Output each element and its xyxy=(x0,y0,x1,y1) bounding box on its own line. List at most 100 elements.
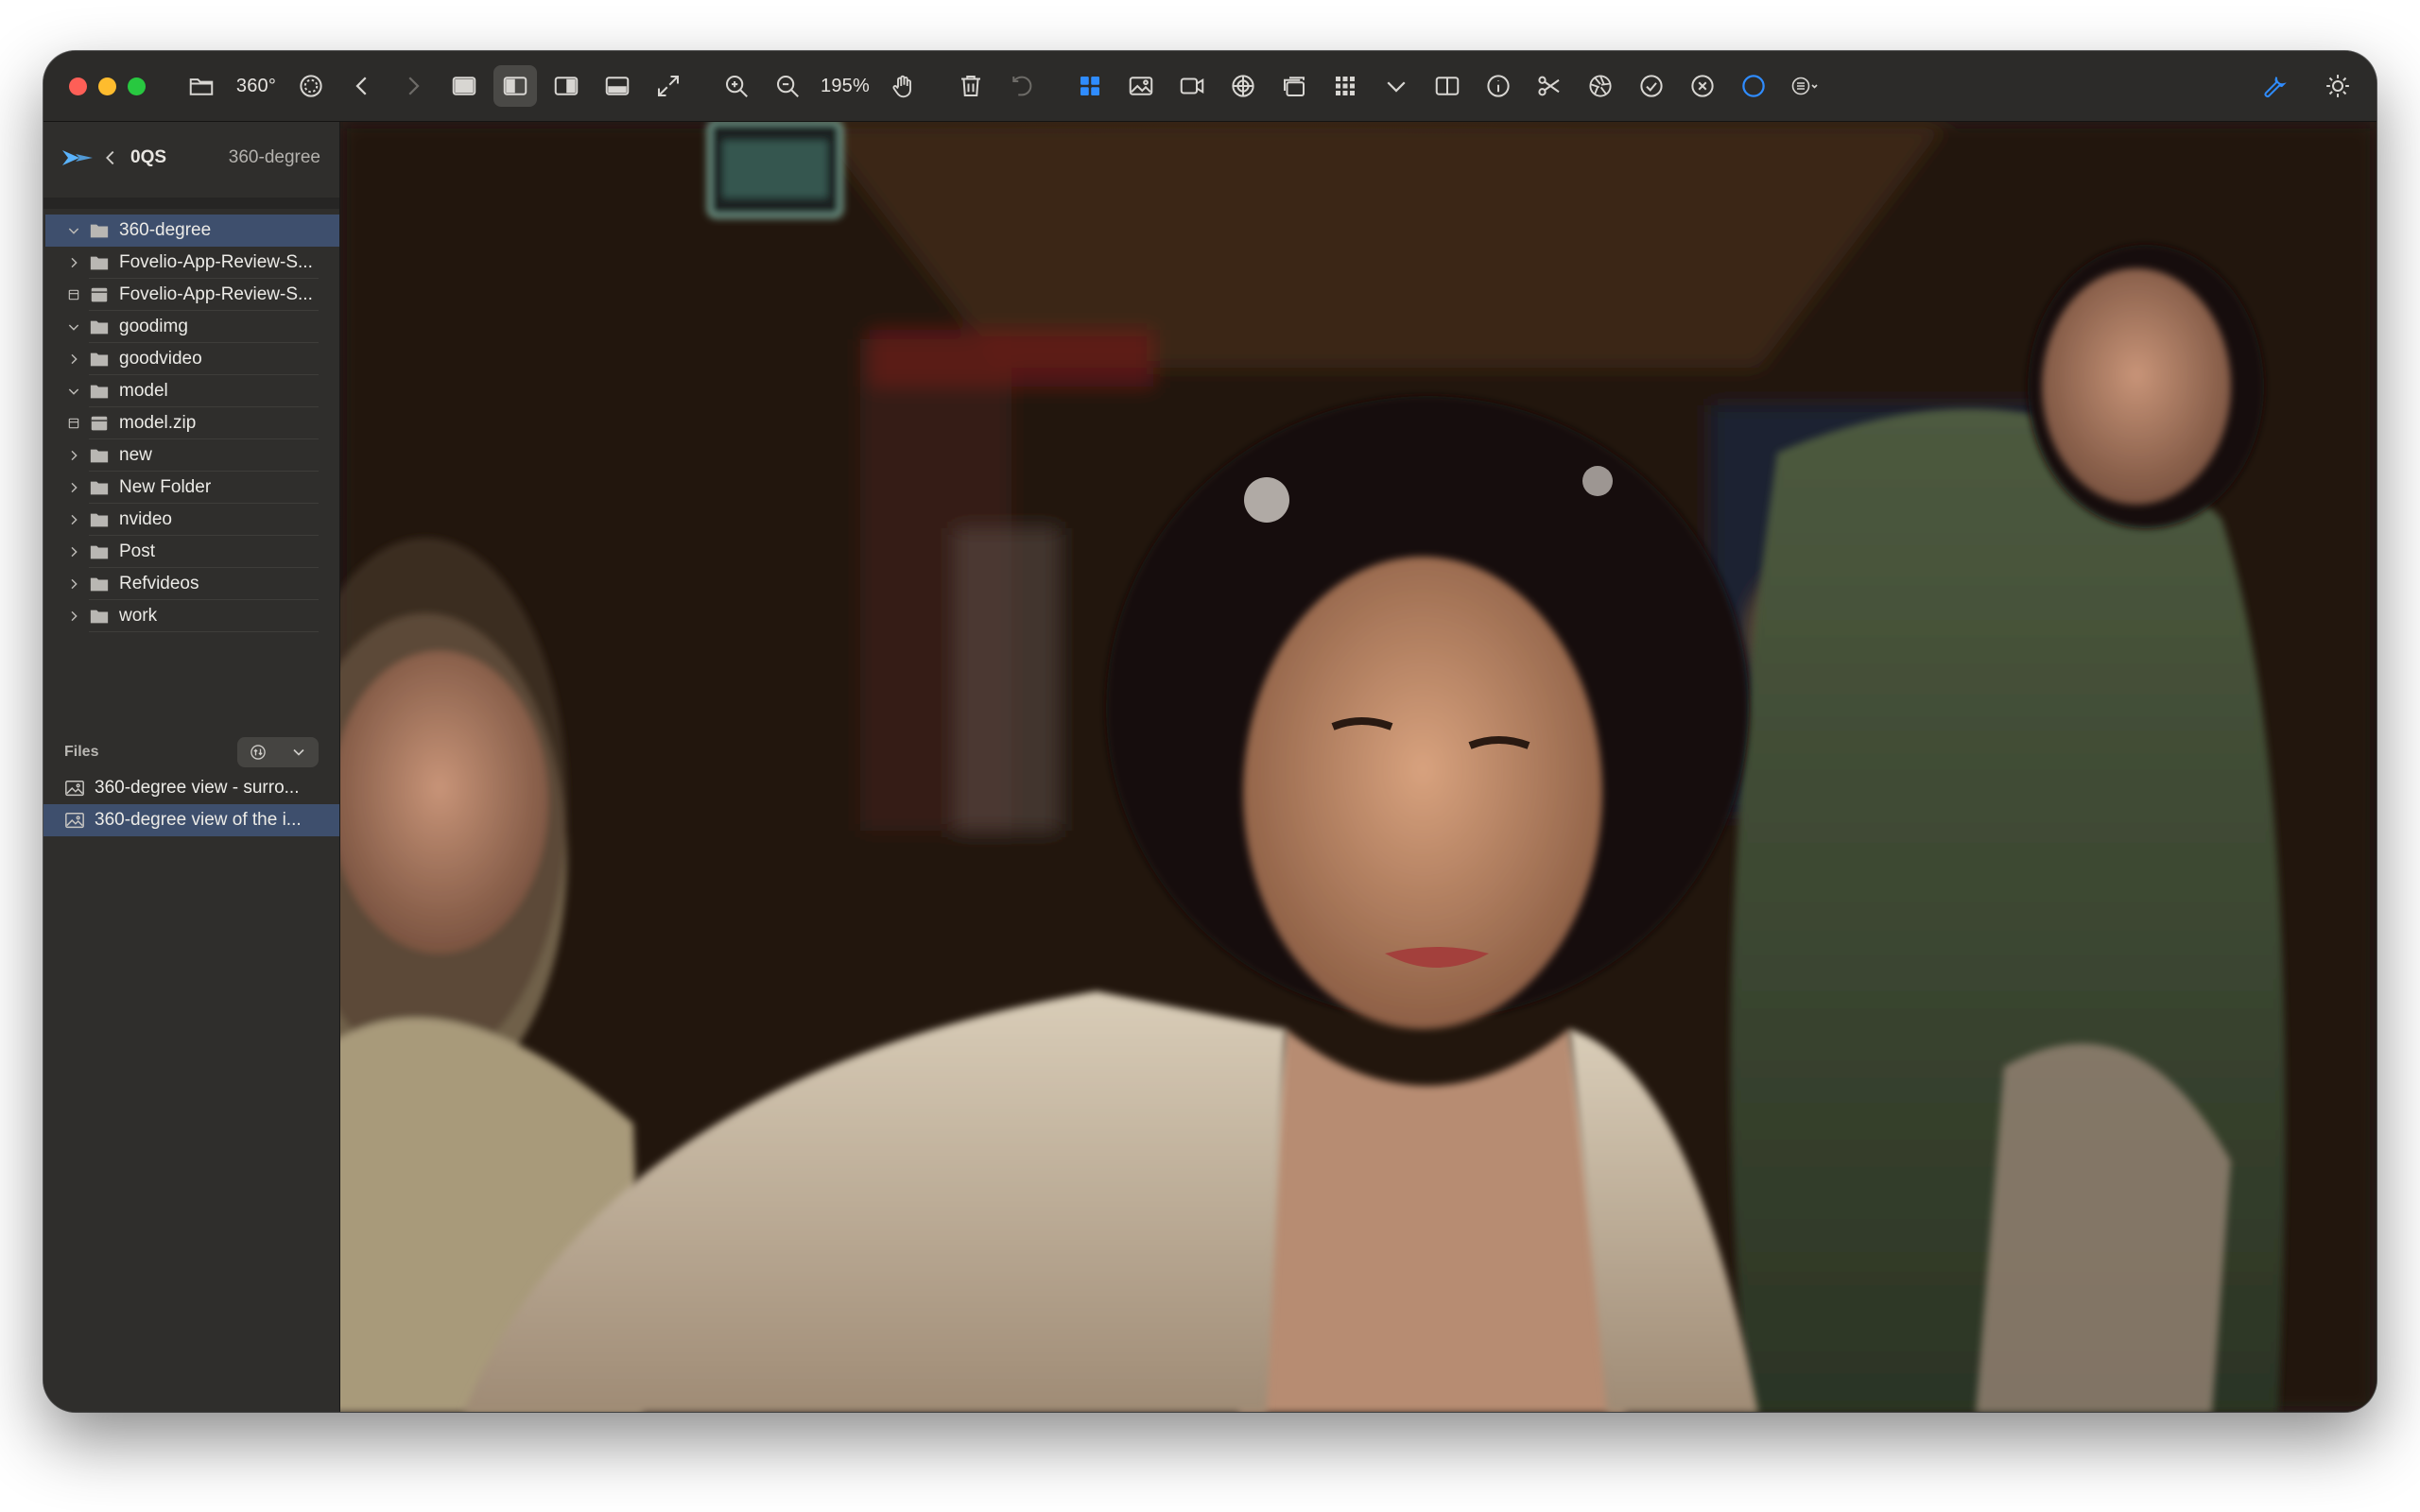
x-circle-icon[interactable] xyxy=(1681,65,1724,107)
degree-toggle-button[interactable]: 360° xyxy=(231,65,282,107)
chevron-down-icon[interactable] xyxy=(1374,65,1418,107)
folder-icon xyxy=(89,382,110,401)
sidebar-divider xyxy=(43,198,339,209)
tree-item-label: goodimg xyxy=(119,317,188,336)
tree-item[interactable]: new xyxy=(45,439,339,472)
sun-icon[interactable] xyxy=(2316,65,2360,107)
sign-board xyxy=(707,122,843,218)
tree-item[interactable]: New Folder xyxy=(45,472,339,504)
chevron-right-icon[interactable] xyxy=(66,512,81,527)
tree-item-label: Fovelio-App-Review-S... xyxy=(119,284,313,304)
minimize-window-button[interactable] xyxy=(98,77,116,95)
tree-item[interactable]: Fovelio-App-Review-S... xyxy=(45,279,339,311)
folder-icon xyxy=(89,478,110,497)
image-viewer[interactable] xyxy=(340,122,2377,1412)
tree-item[interactable]: nvideo xyxy=(45,504,339,536)
tree-item-label: nvideo xyxy=(119,509,172,529)
trash-icon[interactable] xyxy=(949,65,993,107)
window-controls xyxy=(69,77,146,95)
chevron-right-icon[interactable] xyxy=(66,609,81,624)
hand-icon[interactable] xyxy=(881,65,925,107)
tree-item[interactable]: goodimg xyxy=(45,311,339,343)
zoom-out-icon[interactable] xyxy=(766,65,809,107)
tree-item-label: Fovelio-App-Review-S... xyxy=(119,252,313,272)
dots-grid-icon[interactable] xyxy=(1323,65,1367,107)
expand-icon[interactable] xyxy=(647,65,690,107)
folder-icon xyxy=(89,542,110,561)
zoom-in-icon[interactable] xyxy=(715,65,758,107)
tree-item[interactable]: Post xyxy=(45,536,339,568)
wrench-icon[interactable] xyxy=(2252,65,2295,107)
folder-icon xyxy=(89,253,110,272)
toolbar-tools: 360° 195% xyxy=(180,51,1826,121)
list-menu-icon[interactable] xyxy=(1783,65,1826,107)
tree-item-label: Refvideos xyxy=(119,574,199,593)
archive-marker-icon xyxy=(66,416,81,431)
sidebar-view-icon[interactable] xyxy=(493,65,537,107)
files-sort-control[interactable] xyxy=(237,737,319,767)
grid-icon[interactable] xyxy=(1068,65,1112,107)
tree-item[interactable]: 360-degree xyxy=(45,215,339,247)
tree-item[interactable]: Fovelio-App-Review-S... xyxy=(45,247,339,279)
folder-icon xyxy=(89,318,110,336)
chevron-right-icon[interactable] xyxy=(391,65,435,107)
close-window-button[interactable] xyxy=(69,77,87,95)
tree-item[interactable]: goodvideo xyxy=(45,343,339,375)
video-icon[interactable] xyxy=(1170,65,1214,107)
file-list: 360-degree view - surro... 360-degree vie… xyxy=(43,772,339,836)
tree-item[interactable]: model xyxy=(45,375,339,407)
target-icon[interactable] xyxy=(289,65,333,107)
check-circle-icon[interactable] xyxy=(1630,65,1673,107)
zoom-window-button[interactable] xyxy=(128,77,146,95)
folder-icon[interactable] xyxy=(180,65,223,107)
image-icon[interactable] xyxy=(1119,65,1163,107)
app-window: 360° 195% 0QS 360-degree 360-degree Fove… xyxy=(43,51,2377,1412)
file-item-label: 360-degree view - surro... xyxy=(95,778,300,798)
undo-icon[interactable] xyxy=(1000,65,1044,107)
tree-item[interactable]: Refvideos xyxy=(45,568,339,600)
chevron-right-icon[interactable] xyxy=(66,448,81,463)
tree-item-label: model.zip xyxy=(119,413,197,433)
chevron-down-icon[interactable] xyxy=(66,384,81,399)
split-view-icon[interactable] xyxy=(1426,65,1469,107)
tree-item-label: work xyxy=(119,606,158,626)
chevron-down-icon[interactable] xyxy=(66,223,81,238)
circle-icon[interactable] xyxy=(1732,65,1775,107)
tree-item[interactable]: model.zip xyxy=(45,407,339,439)
file-item[interactable]: 360-degree view - surro... xyxy=(43,772,339,804)
chevron-right-icon[interactable] xyxy=(66,544,81,559)
toolbar-right xyxy=(2252,65,2360,107)
breadcrumb: 0QS 360-degree xyxy=(60,142,320,174)
back-chevron-icon[interactable] xyxy=(100,147,121,168)
chevron-right-icon[interactable] xyxy=(66,255,81,270)
bottom-panel-view-icon[interactable] xyxy=(596,65,639,107)
tree-item-label: 360-degree xyxy=(119,220,212,240)
tree-item-label: model xyxy=(119,381,168,401)
stack-icon[interactable] xyxy=(1272,65,1316,107)
file-item[interactable]: 360-degree view of the i... xyxy=(43,804,339,836)
info-icon[interactable] xyxy=(1477,65,1520,107)
breadcrumb-current: 360-degree xyxy=(228,147,320,167)
folder-icon xyxy=(89,221,110,240)
chevron-right-icon[interactable] xyxy=(66,352,81,367)
folder-tree: 360-degree Fovelio-App-Review-S... Fovelio… xyxy=(43,215,339,632)
tree-item[interactable]: work xyxy=(45,600,339,632)
folder-icon xyxy=(89,607,110,626)
chevron-down-icon[interactable] xyxy=(66,319,81,335)
tree-item-label: goodvideo xyxy=(119,349,202,369)
zoom-level[interactable]: 195% xyxy=(817,65,873,107)
toolbar: 360° 195% xyxy=(43,51,2377,122)
app-logo-icon xyxy=(62,150,93,165)
folder-icon xyxy=(89,350,110,369)
aperture-icon[interactable] xyxy=(1579,65,1622,107)
scissors-icon[interactable] xyxy=(1528,65,1571,107)
single-view-icon[interactable] xyxy=(442,65,486,107)
sync-icon[interactable] xyxy=(1221,65,1265,107)
chevron-right-icon[interactable] xyxy=(66,480,81,495)
chevron-right-icon[interactable] xyxy=(66,576,81,592)
file-item-label: 360-degree view of the i... xyxy=(95,810,302,830)
chevron-left-icon[interactable] xyxy=(340,65,384,107)
right-panel-view-icon[interactable] xyxy=(544,65,588,107)
archive-icon xyxy=(89,414,110,433)
breadcrumb-root[interactable]: 0QS xyxy=(130,147,166,168)
